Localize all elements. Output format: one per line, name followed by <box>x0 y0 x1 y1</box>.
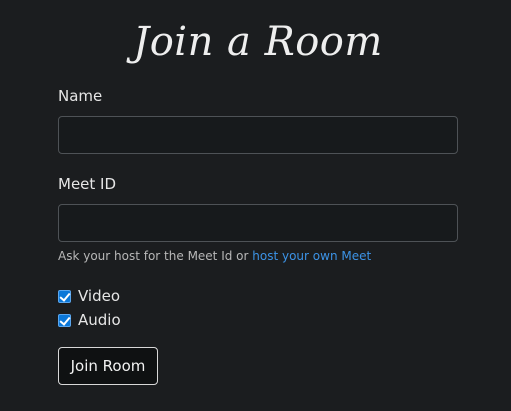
name-field: Name <box>58 86 458 154</box>
name-label: Name <box>58 87 103 105</box>
meet-id-help: Ask your host for the Meet Id or host yo… <box>58 248 458 264</box>
join-room-page: Join a Room Name Meet ID Ask your host f… <box>0 0 511 411</box>
video-option[interactable]: Video <box>58 284 458 308</box>
meet-id-field: Meet ID Ask your host for the Meet Id or… <box>58 174 458 264</box>
video-checkbox[interactable] <box>58 289 71 303</box>
audio-option[interactable]: Audio <box>58 308 458 332</box>
name-input[interactable] <box>58 116 458 154</box>
media-options: Video Audio <box>58 284 458 332</box>
join-room-button[interactable]: Join Room <box>58 347 158 385</box>
meet-id-input[interactable] <box>58 204 458 242</box>
page-title: Join a Room <box>133 19 383 65</box>
help-text: Ask your host for the Meet Id or <box>58 249 253 263</box>
audio-label: Audio <box>78 311 121 329</box>
meet-id-label: Meet ID <box>58 175 117 193</box>
host-meet-link[interactable]: host your own Meet <box>252 249 371 263</box>
audio-checkbox[interactable] <box>58 313 71 327</box>
video-label: Video <box>78 287 121 305</box>
